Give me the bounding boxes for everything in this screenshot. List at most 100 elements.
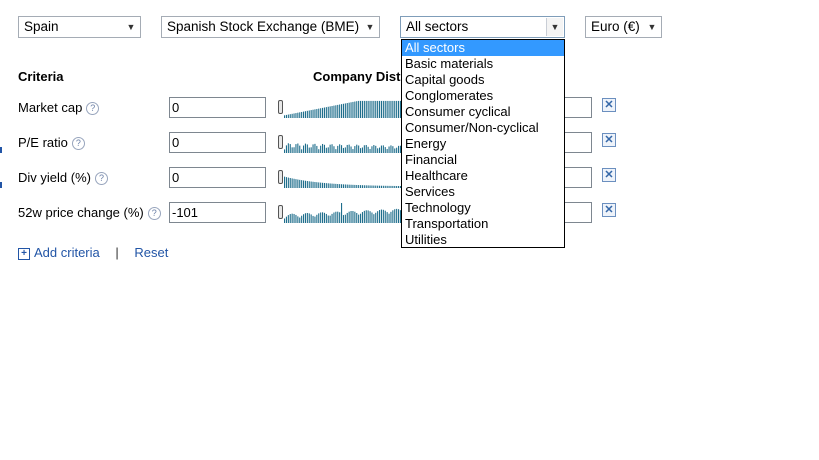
market-cap-min-input[interactable]: 0 bbox=[169, 97, 266, 118]
histogram-bar bbox=[398, 145, 400, 153]
sector-option[interactable]: Consumer/Non-cyclical bbox=[402, 120, 564, 136]
sector-option[interactable]: Basic materials bbox=[402, 56, 564, 72]
histogram-bar bbox=[318, 149, 320, 153]
histogram-bar bbox=[320, 108, 322, 118]
sector-option[interactable]: Energy bbox=[402, 136, 564, 152]
left-edge-mark bbox=[0, 147, 2, 153]
histogram-bar bbox=[325, 147, 327, 153]
histogram-bar bbox=[388, 185, 390, 188]
histogram-bar bbox=[360, 100, 362, 118]
left-edge-mark bbox=[0, 182, 2, 188]
country-select[interactable]: Spain ▼ bbox=[18, 16, 141, 38]
remove-pe-ratio-icon[interactable]: ✕ bbox=[602, 133, 616, 147]
histogram-bar bbox=[316, 108, 318, 118]
52w-price-change-max-input[interactable] bbox=[563, 202, 592, 223]
sector-option[interactable]: Technology bbox=[402, 200, 564, 216]
histogram-bar bbox=[398, 209, 400, 223]
remove-market-cap-icon[interactable]: ✕ bbox=[602, 98, 616, 112]
remove-div-yield-icon[interactable]: ✕ bbox=[602, 168, 616, 182]
criteria-actions: + Add criteria | Reset bbox=[18, 245, 168, 260]
reset-link[interactable]: Reset bbox=[134, 245, 168, 260]
histogram-bar bbox=[352, 101, 354, 118]
sector-option[interactable]: Transportation bbox=[402, 216, 564, 232]
add-criteria-label: Add criteria bbox=[34, 245, 100, 260]
market-cap-max-input[interactable] bbox=[563, 97, 592, 118]
currency-select[interactable]: Euro (€) ▼ bbox=[585, 16, 662, 38]
histogram-bar bbox=[337, 184, 339, 188]
help-icon[interactable]: ? bbox=[94, 172, 108, 186]
histogram-bar bbox=[329, 106, 331, 118]
histogram-bar bbox=[369, 185, 371, 188]
help-icon[interactable]: ? bbox=[86, 102, 100, 116]
histogram-bar bbox=[293, 178, 295, 188]
histogram-bar bbox=[293, 113, 295, 118]
sector-option[interactable]: Healthcare bbox=[402, 168, 564, 184]
pe-ratio-min-input[interactable]: 0 bbox=[169, 132, 266, 153]
histogram-bar bbox=[365, 100, 367, 118]
histogram-bar bbox=[308, 181, 310, 188]
pe-ratio-max-input[interactable] bbox=[563, 132, 592, 153]
criteria-label-pe-ratio: P/E ratio? bbox=[18, 135, 85, 151]
div-yield-min-input[interactable]: 0 bbox=[169, 167, 266, 188]
histogram-bar bbox=[367, 100, 369, 118]
histogram-bar bbox=[358, 145, 360, 153]
histogram-bar bbox=[382, 145, 384, 153]
market-cap-slider-handle[interactable] bbox=[278, 100, 283, 114]
histogram-bar bbox=[325, 107, 327, 118]
histogram-bar bbox=[312, 144, 314, 153]
histogram-bar bbox=[329, 215, 331, 223]
52w-price-change-min-input[interactable]: -101 bbox=[169, 202, 266, 223]
histogram-bar bbox=[379, 147, 381, 153]
histogram-bar bbox=[310, 147, 312, 153]
histogram-bar bbox=[295, 214, 297, 223]
currency-select-value: Euro (€) bbox=[591, 19, 640, 34]
sector-option[interactable]: Utilities bbox=[402, 232, 564, 248]
sector-option[interactable]: Consumer cyclical bbox=[402, 104, 564, 120]
histogram-bar bbox=[299, 217, 301, 223]
histogram-bar bbox=[344, 147, 346, 153]
pe-ratio-slider-handle[interactable] bbox=[278, 135, 283, 149]
chevron-down-icon: ▼ bbox=[647, 22, 657, 32]
criteria-header: Criteria bbox=[18, 69, 64, 84]
histogram-bar bbox=[352, 184, 354, 188]
help-icon[interactable]: ? bbox=[147, 207, 161, 221]
histogram-bar bbox=[304, 111, 306, 118]
52w-price-change-slider-handle[interactable] bbox=[278, 205, 283, 219]
histogram-bar bbox=[284, 115, 286, 118]
sector-option[interactable]: All sectors bbox=[402, 40, 564, 56]
histogram-bar bbox=[354, 101, 356, 118]
histogram-bar bbox=[322, 143, 324, 153]
histogram-bar bbox=[386, 148, 388, 153]
exchange-select[interactable]: Spanish Stock Exchange (BME) ▼ bbox=[161, 16, 380, 38]
histogram-bar bbox=[322, 182, 324, 188]
remove-52w-price-change-icon[interactable]: ✕ bbox=[602, 203, 616, 217]
div-yield-slider-handle[interactable] bbox=[278, 170, 283, 184]
histogram-bar bbox=[327, 106, 329, 118]
histogram-bar bbox=[325, 213, 327, 223]
histogram-bar bbox=[293, 147, 295, 153]
histogram-bar bbox=[382, 100, 384, 118]
help-icon[interactable]: ? bbox=[71, 137, 85, 151]
histogram-bar bbox=[301, 180, 303, 188]
histogram-bar bbox=[363, 185, 365, 188]
histogram-bar bbox=[289, 114, 291, 118]
histogram-bar bbox=[285, 216, 287, 223]
pe-ratio-histogram bbox=[284, 143, 401, 153]
div-yield-max-input[interactable] bbox=[563, 167, 592, 188]
histogram-bar bbox=[360, 185, 362, 188]
sector-option[interactable]: Services bbox=[402, 184, 564, 200]
sector-option[interactable]: Capital goods bbox=[402, 72, 564, 88]
histogram-bar bbox=[361, 147, 363, 153]
histogram-bar bbox=[291, 213, 293, 223]
histogram-bar bbox=[369, 211, 371, 223]
sector-option[interactable]: Conglomerates bbox=[402, 88, 564, 104]
sector-option[interactable]: Financial bbox=[402, 152, 564, 168]
add-criteria-link[interactable]: + Add criteria bbox=[18, 245, 100, 260]
histogram-bar bbox=[295, 144, 297, 153]
histogram-bar bbox=[312, 215, 314, 223]
histogram-bar bbox=[361, 212, 363, 223]
sector-select[interactable]: All sectors ▼ bbox=[400, 16, 565, 38]
histogram-bar bbox=[344, 103, 346, 118]
criteria-label-div-yield: Div yield (%)? bbox=[18, 170, 108, 186]
histogram-bar bbox=[308, 110, 310, 118]
